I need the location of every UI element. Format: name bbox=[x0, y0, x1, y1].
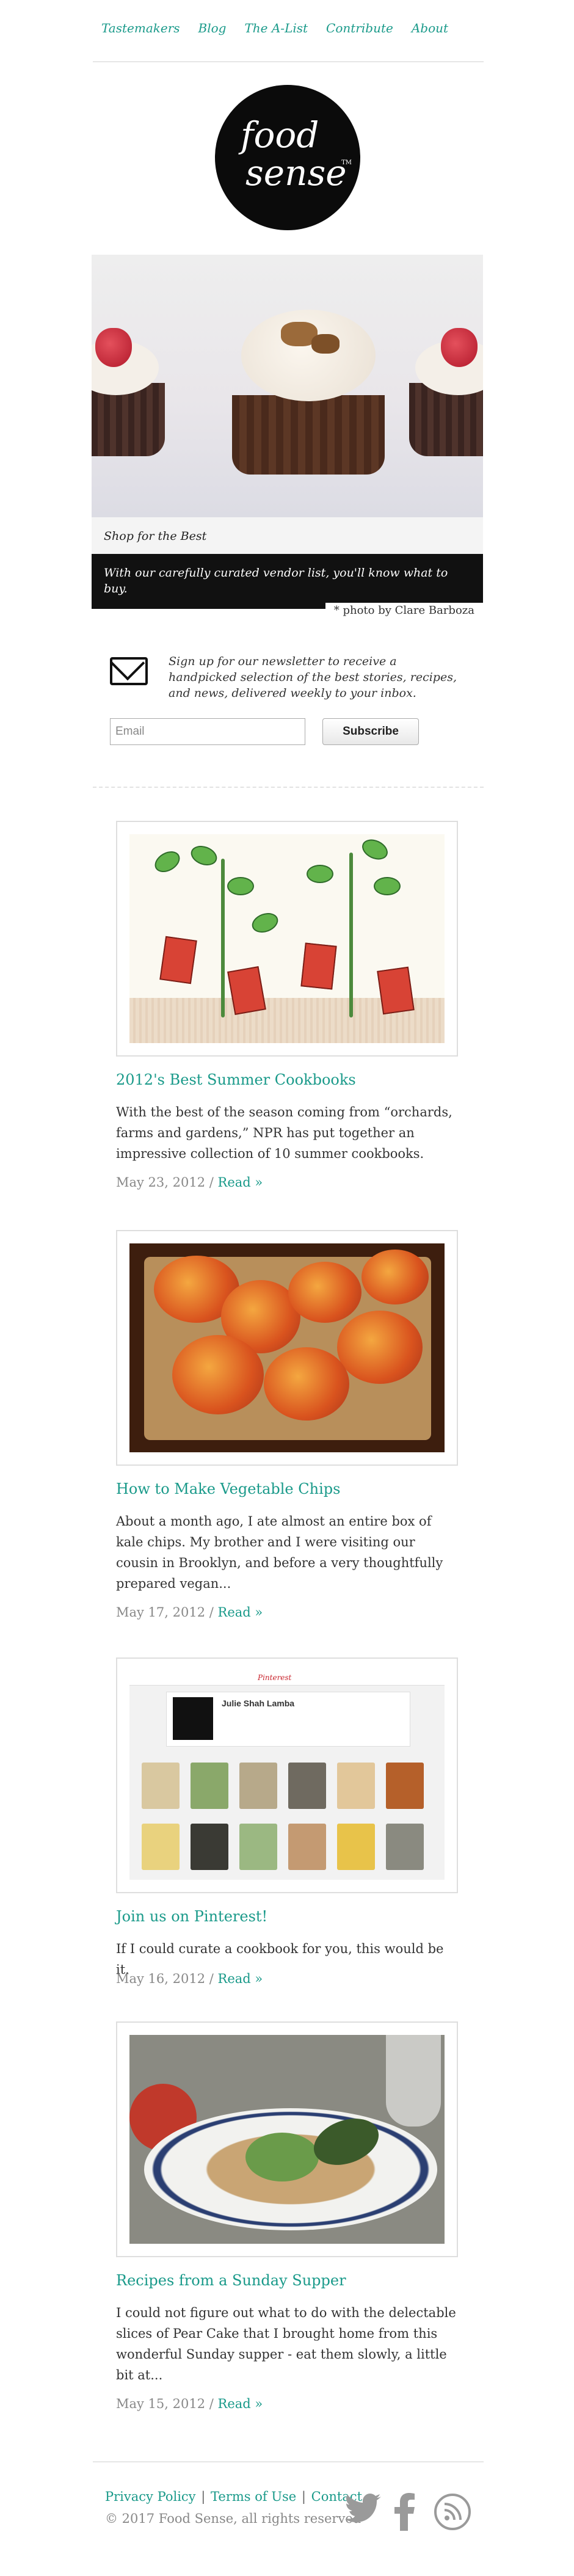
read-more-link[interactable]: Read » bbox=[218, 1175, 263, 1190]
logo-trademark: TM bbox=[341, 159, 352, 166]
subscribe-button[interactable]: Subscribe bbox=[322, 718, 419, 745]
cupcake-left bbox=[92, 310, 165, 456]
post-date: May 15, 2012 / bbox=[116, 2396, 214, 2411]
nav-link-contribute[interactable]: Contribute bbox=[326, 21, 393, 35]
terms-of-use-link[interactable]: Terms of Use bbox=[211, 2489, 296, 2504]
post-meta: May 15, 2012 / Read » bbox=[116, 2396, 263, 2411]
hero-image bbox=[92, 255, 483, 517]
copyright-text: © 2017 Food Sense, all rights reserved bbox=[105, 2511, 361, 2526]
sunday-supper-photo bbox=[129, 2035, 445, 2244]
post-thumbnail[interactable] bbox=[116, 821, 458, 1057]
logo-text-sense: sense bbox=[245, 152, 347, 194]
post-excerpt: With the best of the season coming from … bbox=[116, 1105, 452, 1161]
cupcake-right bbox=[409, 310, 483, 456]
vegetable-chips-photo bbox=[129, 1243, 445, 1452]
nav-link-blog[interactable]: Blog bbox=[198, 21, 227, 35]
privacy-policy-link[interactable]: Privacy Policy bbox=[105, 2489, 196, 2504]
post-pinterest: Pinterest Julie Shah Lamba Join us on Pi… bbox=[116, 1657, 458, 2012]
newsletter-description: Sign up for our newsletter to receive a … bbox=[169, 655, 457, 700]
footer-separator: | bbox=[301, 2489, 306, 2504]
hero-tagline: With our carefully curated vendor list, … bbox=[104, 566, 448, 595]
read-more-link[interactable]: Read » bbox=[218, 1605, 263, 1620]
pinterest-logo-text: Pinterest bbox=[258, 1673, 292, 1682]
twitter-icon[interactable] bbox=[344, 2493, 382, 2523]
cupcake-center bbox=[232, 304, 385, 475]
post-vegetable-chips: How to Make Vegetable Chips About a mont… bbox=[116, 1230, 458, 1633]
logo-text-food: food bbox=[241, 114, 319, 156]
nav-list: Tastemakers Blog The A-List Contribute A… bbox=[101, 21, 467, 35]
read-more-link[interactable]: Read » bbox=[218, 2396, 263, 2411]
post-date: May 17, 2012 / bbox=[116, 1605, 214, 1620]
post-excerpt: About a month ago, I ate almost an entir… bbox=[116, 1514, 443, 1591]
nav-link-about[interactable]: About bbox=[412, 21, 448, 35]
photo-credit: * photo by Clare Barboza bbox=[325, 603, 483, 618]
post-title[interactable]: Recipes from a Sunday Supper bbox=[116, 2272, 346, 2289]
site-logo[interactable]: food sense TM bbox=[215, 85, 360, 230]
nav-link-tastemakers[interactable]: Tastemakers bbox=[101, 21, 180, 35]
post-summer-cookbooks: 2012's Best Summer Cookbooks With the be… bbox=[116, 821, 458, 1199]
nav-item-contribute: Contribute bbox=[326, 21, 393, 35]
top-navigation: Tastemakers Blog The A-List Contribute A… bbox=[93, 0, 484, 62]
read-more-link[interactable]: Read » bbox=[218, 1971, 263, 1986]
post-title[interactable]: How to Make Vegetable Chips bbox=[116, 1480, 340, 1497]
envelope-icon bbox=[110, 657, 148, 685]
site-footer: Privacy Policy | Terms of Use | Contact … bbox=[93, 2461, 484, 2541]
hero-title: Shop for the Best bbox=[104, 529, 207, 543]
rss-icon[interactable] bbox=[434, 2493, 471, 2531]
post-meta: May 16, 2012 / Read » bbox=[116, 1971, 263, 1986]
nav-link-a-list[interactable]: The A-List bbox=[244, 21, 308, 35]
post-thumbnail[interactable] bbox=[116, 1230, 458, 1466]
post-title[interactable]: 2012's Best Summer Cookbooks bbox=[116, 1071, 356, 1088]
hero-banner[interactable]: Shop for the Best With our carefully cur… bbox=[92, 255, 483, 619]
post-meta: May 23, 2012 / Read » bbox=[116, 1175, 263, 1190]
facebook-icon[interactable] bbox=[394, 2493, 415, 2531]
post-thumbnail[interactable] bbox=[116, 2021, 458, 2257]
nav-item-about: About bbox=[412, 21, 448, 35]
hero-tagline-box: With our carefully curated vendor list, … bbox=[92, 554, 483, 609]
post-excerpt: I could not figure out what to do with t… bbox=[116, 2305, 456, 2382]
footer-separator: | bbox=[201, 2489, 206, 2504]
post-thumbnail[interactable]: Pinterest Julie Shah Lamba bbox=[116, 1657, 458, 1893]
post-date: May 23, 2012 / bbox=[116, 1175, 214, 1190]
newsletter-signup: Sign up for our newsletter to receive a … bbox=[93, 635, 484, 788]
nav-item-a-list: The A-List bbox=[244, 21, 308, 35]
footer-links: Privacy Policy | Terms of Use | Contact bbox=[105, 2489, 362, 2504]
post-sunday-supper: Recipes from a Sunday Supper I could not… bbox=[116, 2021, 458, 2425]
post-date: May 16, 2012 / bbox=[116, 1971, 214, 1986]
post-meta: May 17, 2012 / Read » bbox=[116, 1605, 263, 1620]
post-title[interactable]: Join us on Pinterest! bbox=[116, 1908, 267, 1925]
cookbook-illustration bbox=[129, 834, 445, 1043]
nav-item-blog: Blog bbox=[198, 21, 227, 35]
pinterest-screenshot: Pinterest Julie Shah Lamba bbox=[129, 1671, 445, 1880]
pinterest-profile-name: Julie Shah Lamba bbox=[222, 1698, 295, 1708]
nav-item-tastemakers: Tastemakers bbox=[101, 21, 180, 35]
email-field[interactable] bbox=[110, 718, 305, 745]
